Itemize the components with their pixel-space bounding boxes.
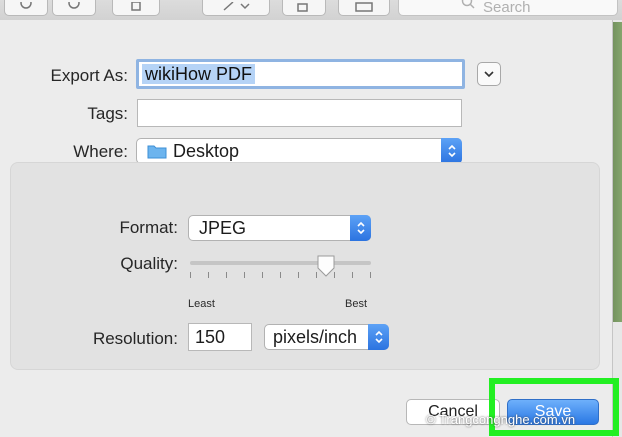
quality-label: Quality:	[120, 254, 178, 273]
quality-min-label: Least	[188, 298, 215, 310]
quality-slider[interactable]	[190, 261, 371, 265]
rotate-icon	[297, 3, 308, 12]
markup-button[interactable]	[202, 0, 270, 16]
rotate-button[interactable]	[282, 0, 326, 16]
share-icon	[131, 2, 141, 11]
slider-tick	[370, 272, 371, 278]
format-stepper-icon	[350, 215, 371, 241]
zoom-in-button[interactable]	[52, 0, 96, 16]
zoom-out-icon	[20, 2, 32, 9]
resolution-unit-value: pixels/inch	[273, 326, 358, 347]
where-value: Desktop	[173, 140, 240, 161]
format-popup[interactable]: JPEG	[188, 215, 371, 241]
share-button[interactable]	[112, 0, 160, 16]
export-as-label: Export As:	[50, 66, 128, 85]
resolution-field[interactable]: 150	[188, 323, 252, 351]
toolbox-icon	[355, 2, 373, 12]
tags-field[interactable]	[137, 99, 462, 127]
slider-tick	[352, 272, 353, 278]
format-label: Format:	[119, 218, 178, 237]
toolbox-button[interactable]	[338, 0, 390, 16]
resolution-stepper-icon	[368, 324, 389, 350]
watermark: © Trangcongnghe.com.vn	[426, 412, 576, 427]
folder-icon	[147, 144, 167, 159]
export-as-value: wikiHow PDF	[142, 64, 256, 84]
slider-tick	[280, 272, 281, 278]
tags-label: Tags:	[87, 104, 128, 123]
save-highlight-box	[489, 378, 619, 436]
where-popup[interactable]: Desktop	[136, 138, 462, 164]
slider-tick	[262, 272, 263, 278]
quality-slider-knob[interactable]	[316, 254, 336, 278]
slider-tick	[190, 272, 191, 278]
chevron-down-icon	[484, 70, 494, 77]
resolution-label: Resolution:	[92, 329, 178, 348]
where-stepper-icon	[441, 138, 462, 164]
format-value: JPEG	[199, 217, 247, 238]
where-label: Where:	[73, 142, 128, 161]
slider-tick	[244, 272, 245, 278]
slider-tick	[208, 272, 209, 278]
zoom-out-button[interactable]	[4, 0, 48, 16]
resolution-value: 150	[195, 327, 226, 347]
slider-tick	[298, 272, 299, 278]
resolution-unit-popup[interactable]: pixels/inch	[264, 324, 389, 350]
slider-tick	[226, 272, 227, 278]
expand-button[interactable]	[477, 62, 501, 86]
zoom-in-icon	[68, 2, 80, 9]
search-field[interactable]: Search	[398, 0, 618, 16]
search-placeholder: Search	[483, 0, 531, 16]
export-as-field[interactable]: wikiHow PDF	[136, 59, 465, 89]
quality-max-label: Best	[345, 298, 368, 310]
search-icon	[461, 0, 475, 13]
pen-icon	[223, 2, 250, 11]
app-toolbar: Search	[0, 0, 622, 20]
